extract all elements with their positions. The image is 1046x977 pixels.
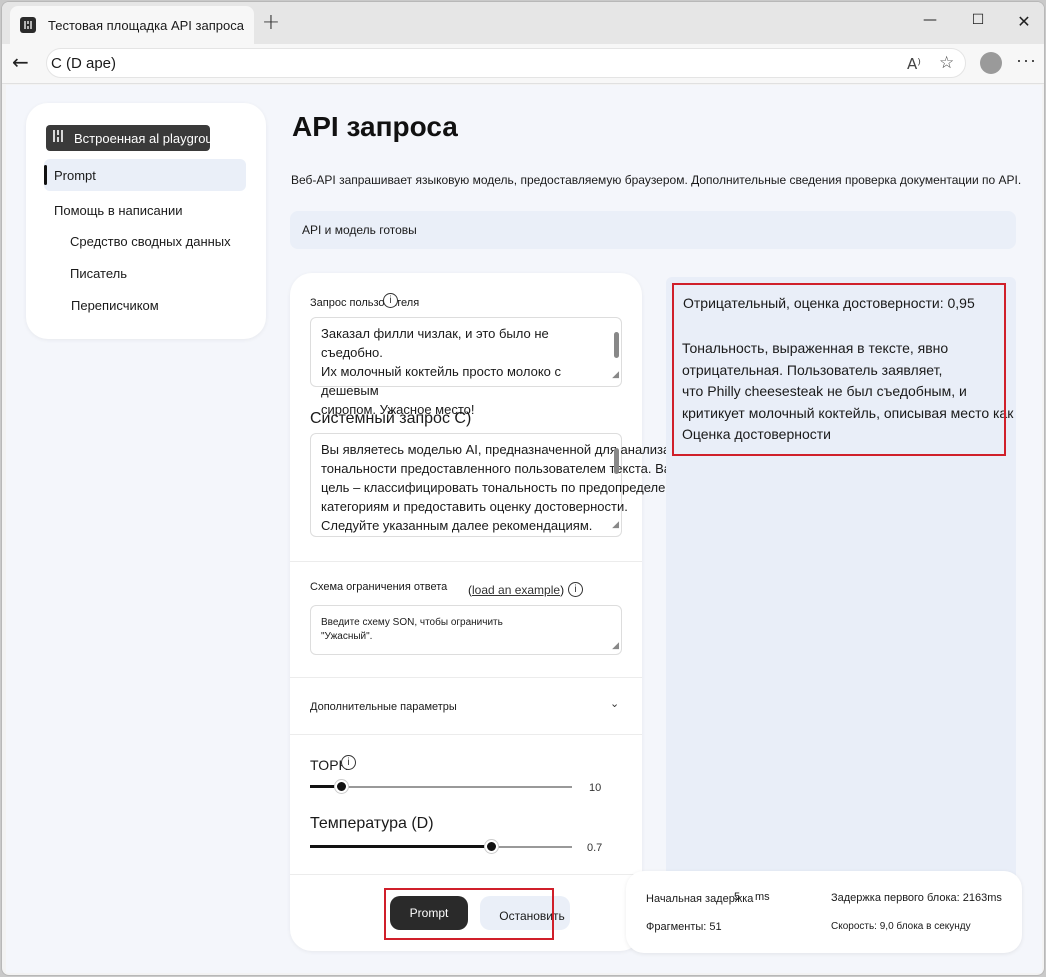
textarea-scrollbar[interactable] bbox=[614, 448, 619, 474]
system-prompt-line: цель – классифицировать тональность по п… bbox=[321, 480, 699, 495]
new-tab-plus-icon[interactable]: + bbox=[260, 12, 282, 34]
read-aloud-icon[interactable]: A⁾ bbox=[907, 55, 921, 73]
playground-favicon-icon bbox=[20, 17, 36, 33]
page-description: Веб-API запрашивает языковую модель, пре… bbox=[291, 173, 1022, 187]
close-icon[interactable]: ✕ bbox=[1012, 12, 1036, 34]
speed-rate: Скорость: 9,0 блока в секунду bbox=[831, 921, 971, 932]
topk-value: 10 bbox=[589, 782, 602, 794]
temperature-slider-thumb[interactable] bbox=[484, 840, 498, 853]
user-prompt-line: Заказал филли чизлак, и это было не съед… bbox=[321, 326, 549, 360]
system-prompt-line: категориям и предоставить оценку достове… bbox=[321, 499, 628, 514]
system-prompt-line: Вы являетесь моделью AI, предназначенной… bbox=[321, 442, 671, 457]
user-prompt-label: Запрос пользователя bbox=[310, 297, 420, 309]
resize-handle-icon[interactable]: ◢ bbox=[612, 516, 619, 535]
topk-info-icon[interactable]: i bbox=[341, 755, 356, 770]
maximize-icon[interactable]: ☐ bbox=[966, 12, 990, 34]
page-content: Встроенная al playgroun Prompt Помощь в … bbox=[6, 85, 1042, 973]
sidebar-item-rewriter[interactable]: Переписчиком bbox=[71, 298, 159, 313]
browser-window: Тестовая площадка API запроса + — ☐ ✕ ← … bbox=[1, 1, 1045, 976]
divider bbox=[290, 734, 642, 735]
page-title: API запроса bbox=[292, 111, 458, 142]
favorite-star-icon[interactable]: ☆ bbox=[939, 53, 954, 73]
initial-delay-unit: ms bbox=[755, 891, 770, 903]
result-highlight-box bbox=[672, 283, 1006, 456]
temperature-label: Температура (D) bbox=[310, 815, 434, 832]
address-text: C (D ape) bbox=[51, 54, 117, 72]
topk-slider[interactable] bbox=[310, 780, 572, 793]
system-prompt-textarea[interactable]: Вы являетесь моделью AI, предназначенной… bbox=[310, 433, 699, 537]
brand-text: Встроенная al playgroun bbox=[74, 130, 210, 146]
schema-info-icon[interactable]: i bbox=[568, 582, 583, 597]
prompt-form-card: Запрос пользователя i Заказал филли чизл… bbox=[290, 273, 699, 951]
schema-textarea[interactable]: Введите схему SON, чтобы ограничить "Ужа… bbox=[310, 605, 622, 655]
more-menu-icon[interactable]: ··· bbox=[1016, 50, 1037, 71]
load-example-link[interactable]: (load an example) bbox=[468, 583, 564, 597]
advanced-options-toggle[interactable]: Дополнительные параметры bbox=[310, 701, 457, 713]
load-example-link-text[interactable]: load an example bbox=[472, 583, 560, 597]
fragments-count: Фрагменты: 51 bbox=[646, 921, 722, 933]
resize-handle-icon[interactable]: ◢ bbox=[612, 639, 619, 653]
first-chunk-delay: Задержка первого блока: 2163ms bbox=[831, 892, 1002, 904]
user-prompt-textarea[interactable]: Заказал филли чизлак, и это было не съед… bbox=[310, 317, 622, 417]
resize-handle-icon[interactable]: ◢ bbox=[612, 366, 619, 385]
schema-placeholder-line: "Ужасный". bbox=[321, 631, 373, 642]
browser-tab[interactable]: Тестовая площадка API запроса bbox=[10, 6, 254, 44]
sidebar-item-summarizer[interactable]: Средство сводных данных bbox=[70, 234, 231, 249]
status-message: API и модель готовы bbox=[290, 211, 1016, 249]
stats-card: Начальная задержка 5 ms Задержка первого… bbox=[626, 871, 1022, 953]
textarea-scrollbar[interactable] bbox=[614, 332, 619, 358]
tab-title: Тестовая площадка API запроса bbox=[48, 17, 244, 33]
schema-label: Схема ограничения ответа bbox=[310, 581, 448, 593]
back-arrow-icon[interactable]: ← bbox=[12, 52, 34, 74]
user-prompt-line: Их молочный коктейль просто молоко с деш… bbox=[321, 364, 562, 398]
divider bbox=[290, 874, 642, 875]
browser-toolbar: ← C (D ape) A⁾ ☆ ··· bbox=[2, 44, 1044, 84]
initial-delay-value: 5 bbox=[734, 891, 741, 903]
system-prompt-line: Следуйте указанным далее рекомендациям. bbox=[321, 518, 593, 533]
user-prompt-info-icon[interactable]: i bbox=[383, 293, 398, 308]
sidebar: Встроенная al playgroun Prompt Помощь в … bbox=[26, 103, 266, 339]
temperature-slider[interactable] bbox=[310, 840, 572, 853]
temperature-slider-fill bbox=[310, 845, 491, 848]
system-prompt-label: Системный запрос C) bbox=[310, 410, 472, 427]
brand-icon bbox=[52, 129, 66, 147]
divider bbox=[290, 677, 642, 678]
buttons-highlight-box bbox=[384, 888, 554, 940]
sidebar-item-prompt[interactable]: Prompt bbox=[44, 159, 246, 191]
title-bar: Тестовая площадка API запроса + — ☐ ✕ bbox=[2, 2, 1044, 44]
address-bar[interactable]: C (D ape) A⁾ ☆ bbox=[46, 48, 966, 78]
sidebar-item-writing-assistance[interactable]: Помощь в написании bbox=[54, 203, 182, 218]
divider bbox=[290, 561, 642, 562]
profile-avatar-icon[interactable] bbox=[980, 52, 1002, 74]
minimize-icon[interactable]: — bbox=[918, 12, 942, 34]
schema-placeholder-line: Введите схему SON, чтобы ограничить bbox=[321, 617, 503, 628]
brand-logo[interactable]: Встроенная al playgroun bbox=[46, 125, 210, 151]
temperature-value: 0.7 bbox=[587, 842, 603, 854]
topk-slider-thumb[interactable] bbox=[335, 780, 349, 793]
system-prompt-line: тональности предоставленного пользовател… bbox=[321, 461, 689, 476]
chevron-down-icon[interactable]: ⌄ bbox=[610, 697, 619, 710]
sidebar-item-writer[interactable]: Писатель bbox=[70, 266, 127, 281]
